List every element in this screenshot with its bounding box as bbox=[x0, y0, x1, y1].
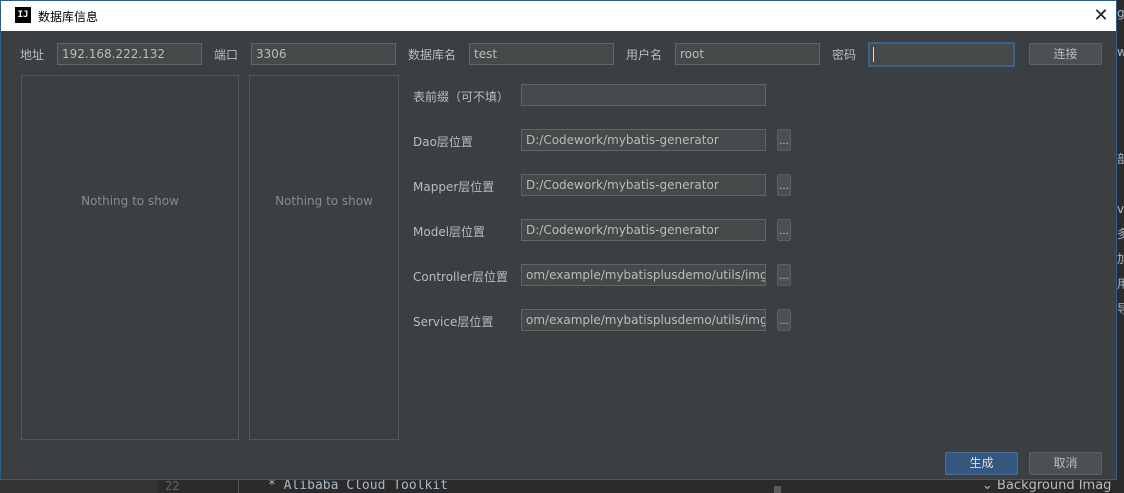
edge-char: 部 bbox=[1117, 152, 1124, 166]
database-list[interactable]: Nothing to show bbox=[21, 75, 239, 440]
service-label: Service层位置 bbox=[413, 315, 494, 329]
dao-path-input[interactable]: D:/Codework/mybatis-generator bbox=[521, 129, 766, 151]
edge-char: 用 bbox=[1117, 277, 1124, 291]
dao-label: Dao层位置 bbox=[413, 135, 473, 149]
edge-char: 导 bbox=[1117, 302, 1124, 316]
table-list[interactable]: Nothing to show bbox=[249, 75, 399, 440]
dialog-title: 数据库信息 bbox=[38, 10, 99, 24]
edge-char: g bbox=[1117, 6, 1124, 20]
dbname-label: 数据库名 bbox=[408, 48, 457, 62]
mapper-label: Mapper层位置 bbox=[413, 180, 495, 194]
database-info-dialog: IJ 数据库信息 ✕ 地址 192.168.222.132 端口 3306 数据… bbox=[0, 0, 1117, 480]
username-input[interactable]: root bbox=[675, 43, 820, 65]
model-browse-button[interactable]: ... bbox=[777, 219, 791, 241]
line-number: 22 bbox=[165, 479, 180, 493]
edge-char: 加 bbox=[1117, 252, 1124, 266]
mapper-browse-button[interactable]: ... bbox=[777, 174, 791, 196]
controller-label: Controller层位置 bbox=[413, 270, 509, 284]
model-path-input[interactable]: D:/Codework/mybatis-generator bbox=[521, 219, 766, 241]
edge-char: 多 bbox=[1117, 227, 1124, 241]
service-path-input[interactable]: om/example/mybatisplusdemo/utils/img bbox=[521, 309, 766, 331]
port-input[interactable]: 3306 bbox=[251, 43, 396, 65]
password-label: 密码 bbox=[832, 48, 857, 62]
edge-char: v bbox=[1117, 202, 1124, 216]
port-label: 端口 bbox=[214, 48, 239, 62]
generate-button[interactable]: 生成 bbox=[945, 452, 1018, 475]
title-bar[interactable]: IJ 数据库信息 ✕ bbox=[1, 1, 1116, 31]
mapper-path-input[interactable]: D:/Codework/mybatis-generator bbox=[521, 174, 766, 196]
connect-button[interactable]: 连接 bbox=[1029, 43, 1102, 65]
cancel-button[interactable]: 取消 bbox=[1029, 452, 1102, 475]
scrollbar-thumb[interactable] bbox=[774, 486, 781, 493]
model-label: Model层位置 bbox=[413, 225, 486, 239]
text-caret bbox=[873, 47, 874, 62]
dao-browse-button[interactable]: ... bbox=[777, 129, 791, 151]
controller-path-input[interactable]: om/example/mybatisplusdemo/utils/img bbox=[521, 264, 766, 286]
code-line: * Alibaba Cloud Toolkit bbox=[268, 478, 449, 493]
prefix-label: 表前缀（可不填） bbox=[413, 90, 510, 104]
table-list-empty-text: Nothing to show bbox=[275, 194, 373, 208]
username-label: 用户名 bbox=[626, 48, 663, 62]
intellij-app-icon: IJ bbox=[15, 7, 31, 23]
address-input[interactable]: 192.168.222.132 bbox=[57, 43, 202, 65]
database-list-empty-text: Nothing to show bbox=[81, 194, 179, 208]
password-input[interactable] bbox=[868, 42, 1015, 67]
background-editor-edge: g w 部 v 多 加 用 导 bbox=[1117, 0, 1124, 493]
dbname-input[interactable]: test bbox=[469, 43, 614, 65]
controller-browse-button[interactable]: ... bbox=[777, 264, 791, 286]
service-browse-button[interactable]: ... bbox=[777, 309, 791, 331]
background-image-label: Background Imag bbox=[997, 478, 1112, 493]
address-label: 地址 bbox=[20, 48, 45, 62]
close-icon[interactable]: ✕ bbox=[1086, 1, 1116, 31]
edge-char: w bbox=[1117, 45, 1124, 59]
prefix-input[interactable] bbox=[521, 84, 766, 106]
background-image-item[interactable]: ⌄ Background Imag bbox=[982, 478, 1111, 493]
